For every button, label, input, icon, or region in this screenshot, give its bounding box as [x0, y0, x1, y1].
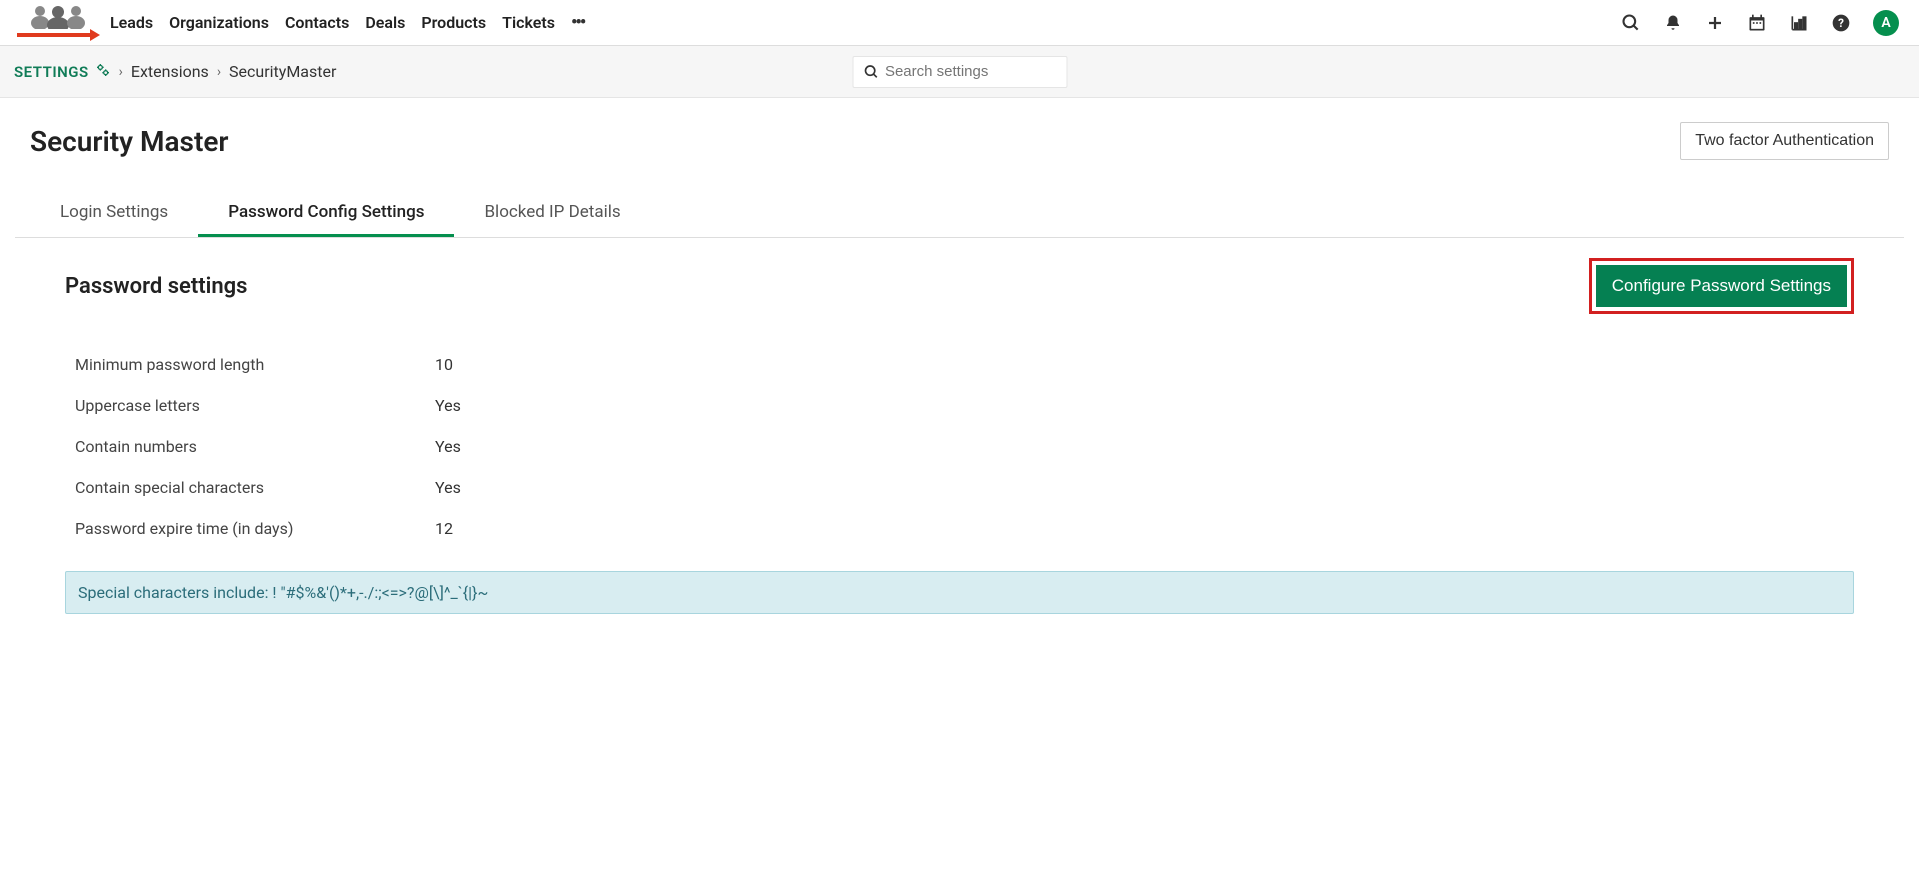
settings-label-uppercase: Uppercase letters [75, 396, 435, 415]
nav-items: Leads Organizations Contacts Deals Produ… [110, 12, 584, 33]
breadcrumb-separator: › [119, 64, 123, 80]
nav-products[interactable]: Products [421, 13, 486, 32]
settings-row: Uppercase letters Yes [75, 385, 1854, 426]
app-logo[interactable] [10, 3, 100, 43]
settings-value-expire: 12 [435, 519, 453, 538]
page-header: Security Master Two factor Authenticatio… [0, 98, 1919, 170]
svg-text:?: ? [1838, 16, 1844, 30]
settings-label-expire: Password expire time (in days) [75, 519, 435, 538]
breadcrumb-settings[interactable]: SETTINGS [14, 63, 89, 81]
nav-contacts[interactable]: Contacts [285, 13, 349, 32]
two-factor-auth-button[interactable]: Two factor Authentication [1680, 122, 1889, 160]
section-header: Password settings Configure Password Set… [65, 258, 1854, 314]
breadcrumb-securitymaster[interactable]: SecurityMaster [229, 62, 336, 81]
page-title: Security Master [30, 125, 229, 158]
settings-row: Password expire time (in days) 12 [75, 508, 1854, 549]
settings-value-numbers: Yes [435, 437, 461, 456]
tab-login-settings[interactable]: Login Settings [30, 190, 198, 237]
search-icon[interactable] [1621, 13, 1641, 33]
section-title: Password settings [65, 274, 247, 299]
nav-leads[interactable]: Leads [110, 13, 153, 32]
breadcrumb-bar: SETTINGS › Extensions › SecurityMaster [0, 46, 1919, 98]
settings-row: Minimum password length 10 [75, 344, 1854, 385]
chart-icon[interactable] [1789, 13, 1809, 33]
help-icon[interactable]: ? [1831, 13, 1851, 33]
settings-value-uppercase: Yes [435, 396, 461, 415]
top-nav: Leads Organizations Contacts Deals Produ… [0, 0, 1919, 46]
settings-row: Contain special characters Yes [75, 467, 1854, 508]
info-box: Special characters include: ! "#$%&'()*+… [65, 571, 1854, 614]
settings-label-special: Contain special characters [75, 478, 435, 497]
nav-icons: ? A [1621, 10, 1909, 36]
settings-rows: Minimum password length 10 Uppercase let… [65, 344, 1854, 549]
configure-button-highlight: Configure Password Settings [1589, 258, 1854, 314]
settings-label-numbers: Contain numbers [75, 437, 435, 456]
nav-organizations[interactable]: Organizations [169, 13, 269, 32]
bell-icon[interactable] [1663, 13, 1683, 33]
breadcrumb-extensions[interactable]: Extensions [131, 62, 209, 81]
logo-arrow-icon [15, 29, 100, 41]
settings-value-min-length: 10 [435, 355, 453, 374]
settings-value-special: Yes [435, 478, 461, 497]
search-icon [863, 63, 879, 81]
tabs: Login Settings Password Config Settings … [15, 190, 1904, 238]
gear-icon[interactable] [95, 62, 111, 82]
tab-password-config[interactable]: Password Config Settings [198, 190, 454, 237]
logo-people-icon [20, 5, 90, 29]
search-input[interactable] [885, 63, 1056, 80]
plus-icon[interactable] [1705, 13, 1725, 33]
settings-label-min-length: Minimum password length [75, 355, 435, 374]
calendar-icon[interactable] [1747, 13, 1767, 33]
content-section: Password settings Configure Password Set… [0, 238, 1919, 634]
search-container [852, 56, 1067, 88]
nav-more-icon[interactable]: ••• [571, 12, 584, 33]
tab-blocked-ip[interactable]: Blocked IP Details [454, 190, 650, 237]
nav-deals[interactable]: Deals [365, 13, 405, 32]
user-avatar[interactable]: A [1873, 10, 1899, 36]
configure-password-button[interactable]: Configure Password Settings [1596, 265, 1847, 307]
breadcrumb-separator: › [217, 64, 221, 80]
settings-row: Contain numbers Yes [75, 426, 1854, 467]
nav-tickets[interactable]: Tickets [502, 13, 555, 32]
